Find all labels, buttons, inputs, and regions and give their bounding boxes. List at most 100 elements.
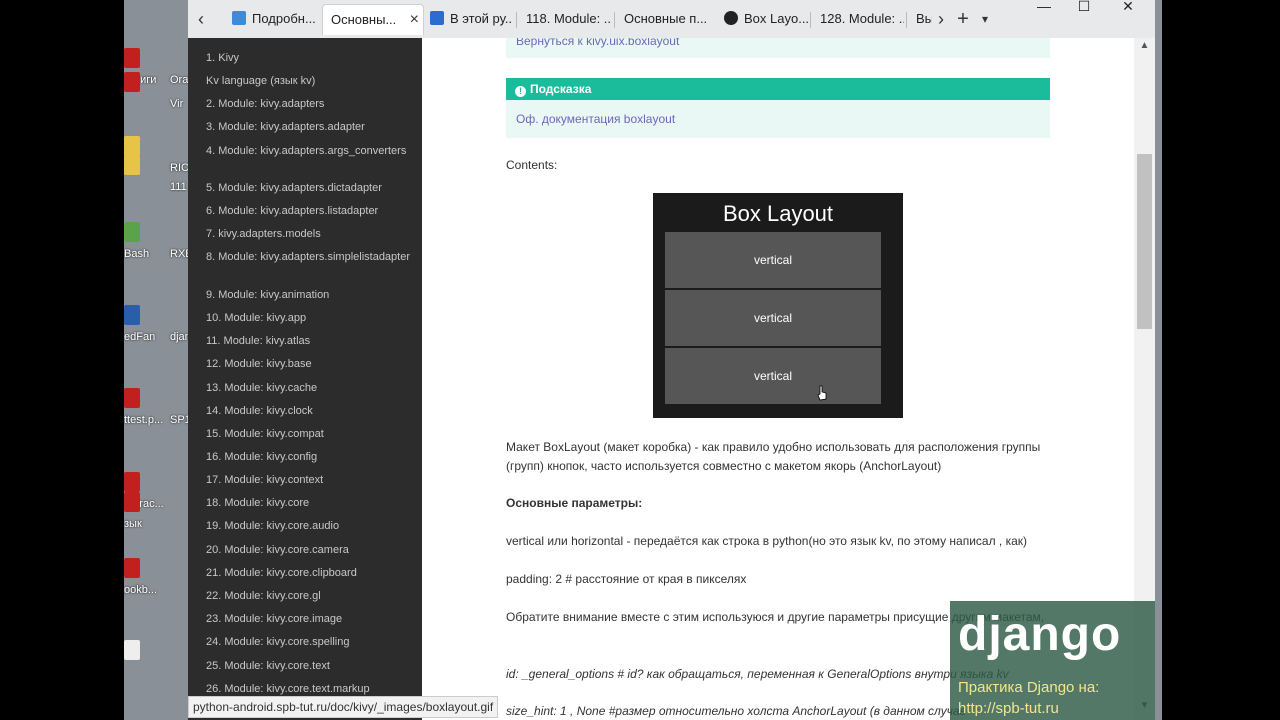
tab-118-module[interactable]: 118. Module: ... [526, 4, 610, 34]
github-icon [724, 11, 738, 25]
toc-item[interactable]: 13. Module: kivy.cache [206, 381, 416, 395]
tab-v-etoy[interactable]: В этой ру... [430, 4, 512, 34]
tab-podrobn[interactable]: Подробн... [232, 4, 316, 34]
toc-item[interactable]: 4. Module: kivy.adapters.args_converters [206, 144, 416, 158]
toc-item[interactable]: 23. Module: kivy.core.image [206, 612, 416, 626]
tab-label: 128. Module: ... [820, 11, 904, 26]
toc-item[interactable]: 8. Module: kivy.adapters.simplelistadapt… [206, 250, 416, 264]
hint-header: ! Подсказка [506, 78, 1050, 100]
toc-item[interactable]: 1. Kivy [206, 51, 416, 65]
docs-link[interactable]: Оф. документация boxlayout [516, 112, 675, 126]
watermark-line-1: Практика Django на: [958, 679, 1100, 696]
toc-item[interactable]: 26. Module: kivy.core.text.markup [206, 682, 416, 696]
toc-item[interactable]: 25. Module: kivy.core.text [206, 659, 416, 673]
toc-item[interactable]: 24. Module: kivy.core.spelling [206, 635, 416, 649]
watermark-line-2: http://spb-tut.ru [958, 700, 1059, 717]
scroll-up-icon[interactable]: ▲ [1134, 40, 1155, 54]
file-icon [124, 640, 140, 660]
desktop-shortcut-label: SP1 [170, 414, 188, 426]
maximize-icon[interactable]: ☐ [1064, 0, 1104, 16]
desktop-shortcut[interactable] [124, 640, 188, 700]
tab-osnovnye-p[interactable]: Основные п... [624, 4, 708, 34]
toc-item[interactable]: 21. Module: kivy.core.clipboard [206, 566, 416, 580]
tab-osnovnye-active[interactable]: Основны... × [322, 4, 424, 35]
tab-separator [906, 12, 907, 28]
file-icon [124, 222, 140, 242]
desktop-shortcut-label: ookb... [124, 584, 158, 596]
status-bar-url: python-android.spb-tut.ru/doc/kivy/_imag… [188, 696, 499, 718]
info-icon: ! [515, 86, 526, 97]
tab-box-layout[interactable]: Box Layo... [724, 4, 808, 34]
desktop-shortcut-label: edFan [124, 331, 156, 343]
toc-item[interactable]: 3. Module: kivy.adapters.adapter [206, 120, 416, 134]
tab-list-dropdown-icon[interactable]: ▾ [974, 6, 996, 32]
close-tab-icon[interactable]: × [410, 5, 419, 35]
desktop-shortcut-label: зык [124, 518, 142, 530]
toc-item[interactable]: 19. Module: kivy.core.audio [206, 519, 416, 533]
image-button-2: vertical [665, 290, 881, 346]
hint-title: Подсказка [530, 82, 592, 96]
file-icon [124, 305, 140, 325]
image-button-3: vertical [665, 348, 881, 404]
file-icon [124, 558, 140, 578]
tab-label: В этой ру... [450, 11, 512, 26]
desktop-shortcut[interactable]: 111 [124, 155, 188, 215]
desktop-shortcut[interactable]: ookb... [124, 558, 188, 618]
file-icon [124, 472, 140, 492]
file-icon [124, 155, 140, 175]
file-icon [124, 136, 140, 156]
toc-item[interactable]: Kv language (язык kv) [206, 74, 416, 88]
paragraph-padding: padding: 2 # расстояние от края в пиксел… [506, 572, 747, 586]
django-watermark: django Практика Django на: http://spb-tu… [950, 601, 1155, 720]
toc-item[interactable]: 18. Module: kivy.core [206, 496, 416, 510]
tab-separator [516, 12, 517, 28]
tab-label: Box Layo... [744, 11, 808, 26]
desktop-shortcut[interactable]: зык [124, 492, 188, 552]
file-icon [124, 388, 140, 408]
back-link[interactable]: Вернуться к kivy.uix.boxlayout [516, 38, 679, 48]
search-doc-icon [430, 11, 444, 25]
toc-item[interactable]: 14. Module: kivy.clock [206, 404, 416, 418]
close-window-icon[interactable]: ✕ [1108, 0, 1148, 16]
toc-item[interactable]: 11. Module: kivy.atlas [206, 334, 416, 348]
desktop-shortcut[interactable]: Vir [124, 72, 188, 132]
boxlayout-image: Box Layout vertical vertical vertical [653, 193, 903, 418]
minimize-icon[interactable]: — [1024, 0, 1064, 16]
desktop-shortcut[interactable]: Bash RXE [124, 222, 188, 282]
watermark-text: Практика Django на: http://spb-tut.ru [958, 677, 1099, 719]
desktop-background-right [1155, 0, 1280, 720]
paragraph-intro: Макет BoxLayout (макет коробка) - как пр… [506, 440, 1041, 473]
paragraph-vertical: vertical или horizontal - передаётся как… [506, 534, 1028, 548]
django-logo: django [958, 608, 1122, 661]
toc-item[interactable]: 2. Module: kivy.adapters [206, 97, 416, 111]
scroll-thumb[interactable] [1137, 154, 1152, 329]
toc-item[interactable]: 5. Module: kivy.adapters.dictadapter [206, 181, 416, 195]
toc-item[interactable]: 6. Module: kivy.adapters.listadapter [206, 204, 416, 218]
toc-item[interactable]: 20. Module: kivy.core.camera [206, 543, 416, 557]
tab-bar: ‹ Подробн... Основны... × В этой ру... 1… [188, 0, 1155, 39]
new-tab-icon[interactable]: + [952, 6, 974, 32]
desktop-shortcut-label: ttest.p... [124, 414, 164, 426]
tab-scroll-left-icon[interactable]: ‹ [190, 6, 212, 32]
tab-separator [810, 12, 811, 28]
file-icon [124, 72, 140, 92]
tab-scroll-right-icon[interactable]: › [930, 6, 952, 32]
tab-128-module[interactable]: 128. Module: ... [820, 4, 904, 34]
desktop-shortcut-label: 111 [170, 181, 187, 193]
toc-item[interactable]: 10. Module: kivy.app [206, 311, 416, 325]
paragraph-heading: Основные параметры: [506, 496, 643, 510]
tab-label: Основные п... [624, 11, 708, 26]
desktop-shortcut[interactable]: edFan djan [124, 305, 188, 365]
toc-item[interactable]: 9. Module: kivy.animation [206, 288, 416, 302]
toc-item[interactable]: 12. Module: kivy.base [206, 357, 416, 371]
toc-item[interactable]: 16. Module: kivy.config [206, 450, 416, 464]
toc-item[interactable]: 7. kivy.adapters.models [206, 227, 416, 241]
desktop-background-left [0, 0, 124, 720]
desktop-shortcut[interactable]: ttest.p... SP1 [124, 388, 188, 448]
file-icon [124, 492, 140, 512]
toc-item[interactable]: 22. Module: kivy.core.gl [206, 589, 416, 603]
desktop-shortcut-label: Bash [124, 248, 150, 260]
toc-item[interactable]: 15. Module: kivy.compat [206, 427, 416, 441]
toc-item[interactable]: 17. Module: kivy.context [206, 473, 416, 487]
hand-cursor-icon [817, 385, 827, 401]
